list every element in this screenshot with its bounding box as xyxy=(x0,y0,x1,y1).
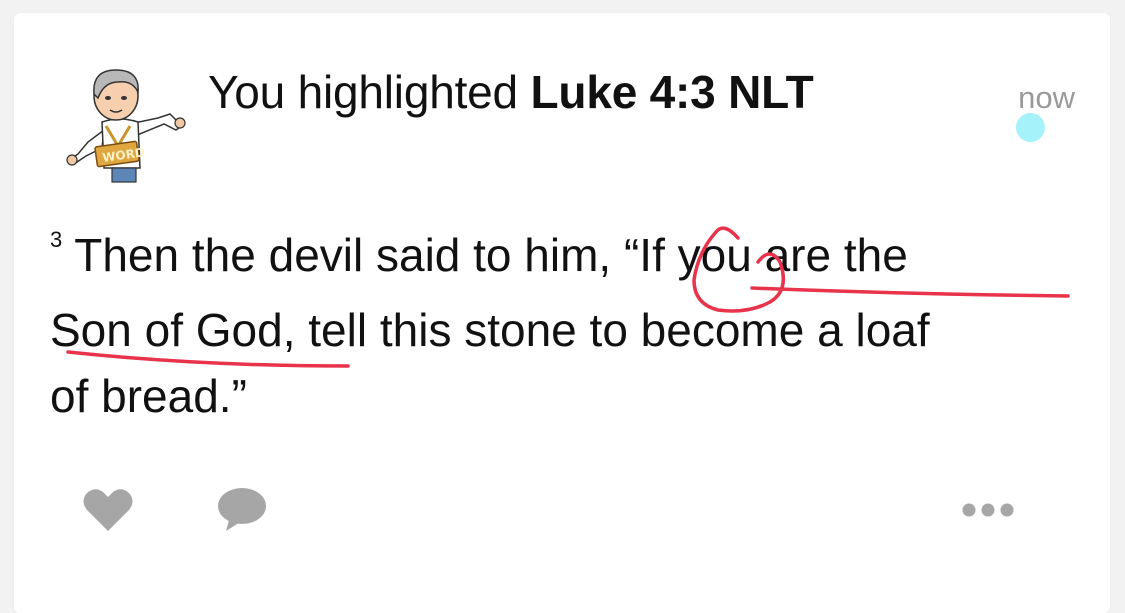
verse-line-1: Then the devil said to him, “If you are … xyxy=(74,229,908,281)
activity-prefix: You highlighted xyxy=(208,66,531,118)
more-options-button[interactable] xyxy=(958,492,1018,528)
verse-text[interactable]: 3 Then the devil said to him, “If you are… xyxy=(50,222,1060,429)
verse-line-2: Son of God, tell this stone to become a … xyxy=(50,304,930,356)
ellipsis-icon xyxy=(962,503,1014,517)
verse-reference-link[interactable]: Luke 4:3 NLT xyxy=(531,66,814,118)
unread-indicator xyxy=(1016,113,1045,142)
user-avatar[interactable]: WORD xyxy=(58,56,186,186)
like-button[interactable] xyxy=(80,486,136,534)
verse-line-3: of bread.” xyxy=(50,370,247,422)
comment-bubble-icon xyxy=(218,488,266,531)
heart-icon xyxy=(83,489,133,531)
comment-button[interactable] xyxy=(214,486,270,534)
timestamp: now xyxy=(1018,80,1075,115)
activity-title: You highlighted Luke 4:3 NLT xyxy=(208,64,814,120)
verse-number: 3 xyxy=(50,227,63,252)
